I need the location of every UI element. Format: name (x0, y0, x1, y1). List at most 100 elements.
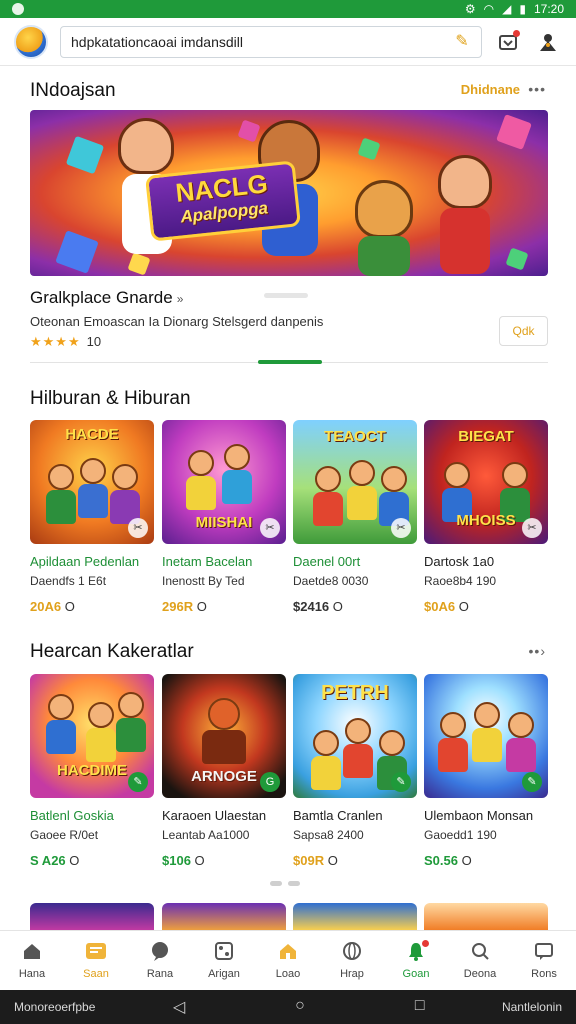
character-kid (438, 155, 492, 209)
game-name: Dartosk 1a0 (424, 554, 495, 569)
price-value: S0.56 (424, 853, 458, 868)
nav-item-games[interactable]: Arigan (194, 939, 254, 980)
game-name: Ulembaon Monsan (424, 808, 534, 823)
game-card-peek[interactable] (162, 903, 286, 931)
nav-label: Saan (83, 968, 109, 980)
price-suffix: O (461, 853, 472, 868)
nav-item-notifications[interactable]: Goan (386, 939, 446, 980)
game-card[interactable]: HACDE ✂ Apildaan Pedenlan Daendfs 1 E6t … (30, 420, 154, 614)
nav-item-messages[interactable]: Rons (514, 939, 574, 980)
nav-item-globe[interactable]: Hrap (322, 939, 382, 980)
game-thumbnail: TEAOCT ✂ (293, 420, 417, 544)
see-more-link[interactable]: Dhidnane (461, 82, 520, 97)
back-button[interactable]: ◁ (173, 997, 185, 1017)
status-time: 17:20 (533, 2, 564, 16)
house-icon (276, 939, 300, 963)
rating-value: 10 (86, 334, 102, 349)
game-subtitle: Inenostt By Ted (162, 574, 245, 588)
action-icon[interactable]: ✎ (128, 772, 148, 792)
search-icon (468, 939, 492, 963)
section-pager (270, 881, 300, 886)
system-navigation-bar: Monoreoerfpbe ◁ ○ □ Nantlelonin (0, 990, 576, 1024)
action-icon[interactable]: G (260, 772, 280, 792)
game-card[interactable]: PETRH ✎ Bamtla Cranlen Sapsa8 2400 $09R … (293, 674, 417, 868)
nav-label: Deona (463, 968, 497, 980)
more-options-icon[interactable]: ••• (528, 81, 546, 97)
price-suffix: O (458, 599, 469, 614)
gem-decoration (237, 119, 261, 143)
game-thumbnail: HACDE ✂ (30, 420, 154, 544)
game-subtitle: Gaoedd1 190 (424, 828, 497, 842)
price-value: 20A6 (30, 599, 62, 614)
price-suffix: O (327, 853, 338, 868)
game-name: Apildaan Pedenlan (30, 554, 140, 569)
featured-banner[interactable]: NACLG Apalpopga (30, 110, 548, 276)
mic-icon[interactable]: ✎ (453, 33, 471, 51)
featured-action-button[interactable]: Qdk (499, 316, 548, 346)
game-price: S A26 O (30, 853, 154, 868)
featured-title: INdoajsan (30, 80, 116, 101)
section-divider-accent (258, 360, 322, 364)
chevron-icon: » (176, 292, 184, 306)
gem-decoration (65, 135, 105, 175)
nav-item-search[interactable]: Deona (450, 939, 510, 980)
game-thumbnail: PETRH ✎ (293, 674, 417, 798)
action-icon[interactable]: ✂ (391, 518, 411, 538)
price-suffix: O (194, 853, 205, 868)
featured-app-description: Oteonan Emoascan Ia Dionarg Stelsgerd da… (30, 314, 324, 329)
game-card-peek[interactable] (30, 903, 154, 931)
price-suffix: O (332, 599, 343, 614)
cart-icon[interactable] (494, 28, 522, 56)
character-mascot-body (358, 236, 410, 276)
game-card[interactable]: MIISHAI ✂ Inetam Bacelan Inenostt By Ted… (162, 420, 286, 614)
search-input[interactable]: hdpkatationcaoai imdansdill ✎ (60, 25, 482, 58)
game-price: 20A6 O (30, 599, 154, 614)
nav-item-chat[interactable]: Rana (130, 939, 190, 980)
featured-app-rating: ★★★★ 10 (30, 334, 101, 350)
game-thumbnail: ✎ (424, 674, 548, 798)
action-icon[interactable]: ✎ (522, 772, 542, 792)
price-suffix: O (64, 599, 75, 614)
game-thumbnail-title: HACDE (65, 426, 119, 443)
more-options-icon[interactable]: ••› (529, 643, 546, 659)
game-card-peek[interactable] (293, 903, 417, 931)
game-subtitle: Leantab Aa1000 (162, 828, 250, 842)
system-bar-left-text: Monoreoerfpbe (14, 1000, 96, 1014)
gem-decoration (505, 247, 529, 271)
home-button[interactable]: ○ (295, 997, 305, 1017)
nav-item-house[interactable]: Loao (258, 939, 318, 980)
action-icon[interactable]: ✂ (128, 518, 148, 538)
search-text: hdpkatationcaoai imdansdill (71, 33, 243, 50)
nav-label: Goan (402, 968, 430, 980)
app-logo[interactable] (14, 24, 48, 59)
rating-stars: ★★★★ (30, 334, 81, 349)
recents-button[interactable]: □ (415, 997, 425, 1017)
bottom-navigation: Hana Saan Rana Arigan Loao Hrap Goan Deo… (0, 930, 576, 990)
game-card[interactable]: TEAOCT ✂ Daenel 00rt Daetde8 0030 $2416 … (293, 420, 417, 614)
game-card[interactable]: HACDIME ✎ Batlenl Goskia Gaoee R/0et S A… (30, 674, 154, 868)
action-icon[interactable]: ✎ (391, 772, 411, 792)
price-value: $106 (162, 853, 191, 868)
game-card[interactable]: BIEGAT MHOISS ✂ Dartosk 1a0 Raoe8b4 190 … (424, 420, 548, 614)
nav-item-store[interactable]: Saan (66, 939, 126, 980)
nav-item-home[interactable]: Hana (2, 939, 62, 980)
game-price: 296R O (162, 599, 286, 614)
featured-app-name[interactable]: Gralkplace Gnarde» (30, 288, 183, 308)
gem-decoration (357, 137, 381, 161)
message-icon (532, 939, 556, 963)
game-thumbnail-title: BIEGAT (458, 428, 514, 445)
store-icon (84, 939, 108, 963)
action-icon[interactable]: ✂ (522, 518, 542, 538)
action-icon[interactable]: ✂ (260, 518, 280, 538)
profile-icon[interactable] (534, 28, 562, 56)
game-card[interactable]: ✎ Ulembaon Monsan Gaoedd1 190 S0.56 O (424, 674, 548, 868)
game-card-peek[interactable] (424, 903, 548, 931)
price-value: 296R (162, 599, 194, 614)
notification-dot (422, 940, 429, 947)
character-girl (118, 118, 174, 174)
price-suffix: O (69, 853, 80, 868)
game-thumbnail: ARNOGE G (162, 674, 286, 798)
game-thumbnail: HACDIME ✎ (30, 674, 154, 798)
nav-label: Hrap (340, 968, 364, 980)
game-card[interactable]: ARNOGE G Karaoen Ulaestan Leantab Aa1000… (162, 674, 286, 868)
